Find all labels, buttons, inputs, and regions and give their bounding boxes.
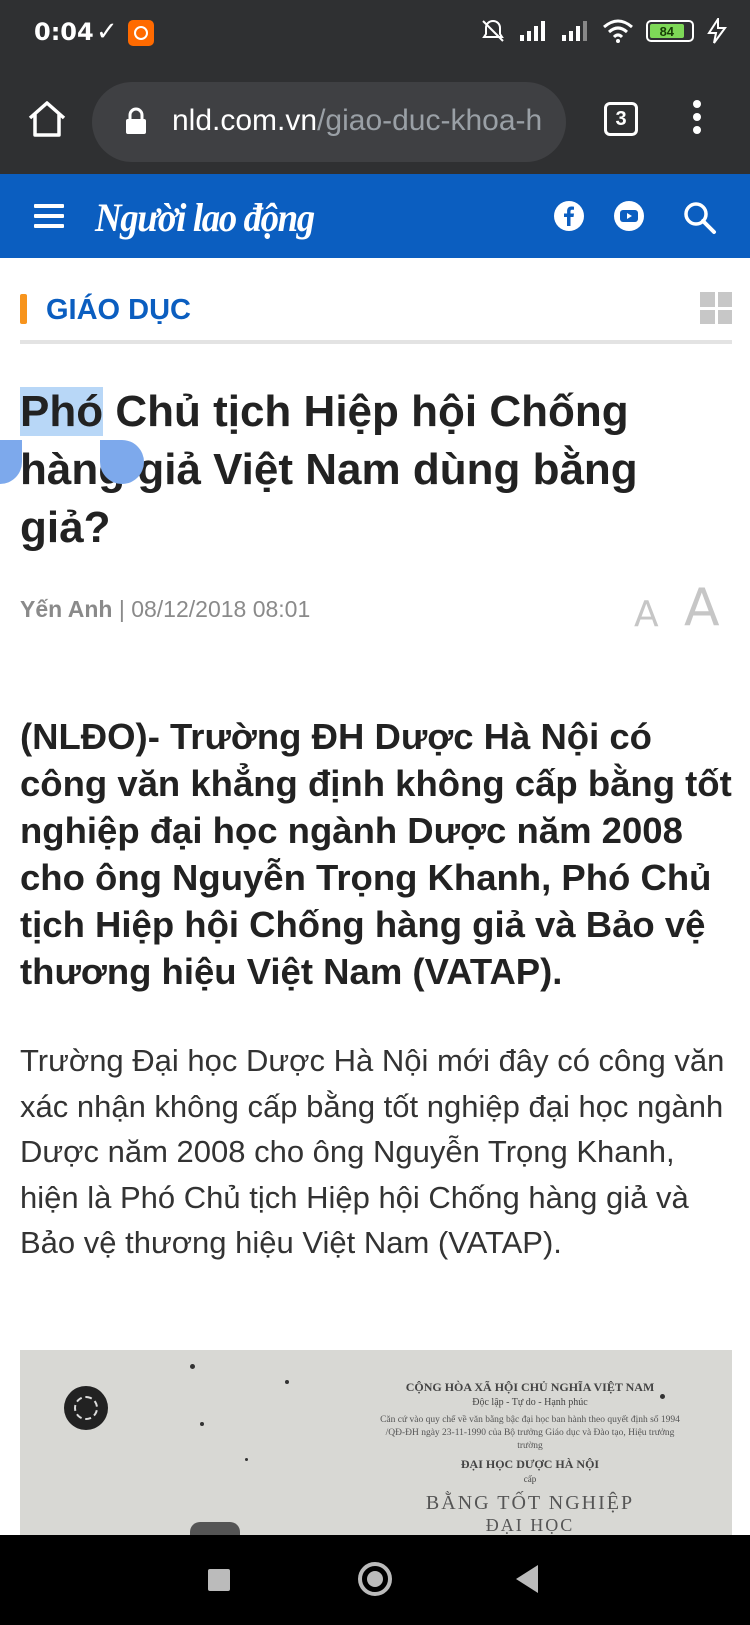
mute-bell-icon [482, 19, 504, 42]
speck [190, 1364, 195, 1369]
hamburger-menu-icon[interactable] [34, 204, 64, 234]
article-image[interactable]: CỘNG HÒA XÃ HỘI CHỦ NGHĨA VIỆT NAM Độc l… [20, 1350, 732, 1535]
publish-datetime: 08/12/2018 08:01 [131, 596, 311, 622]
home-button-icon[interactable] [358, 1562, 392, 1596]
app-notification-icon [128, 20, 154, 46]
grid-view-icon[interactable] [700, 292, 732, 324]
section-label[interactable]: GIÁO DỤC [46, 294, 191, 327]
diploma-text: CỘNG HÒA XÃ HỘI CHỦ NGHĨA VIỆT NAM Độc l… [380, 1380, 680, 1535]
status-time: 0:04 [34, 18, 94, 46]
doc-motto: Độc lập - Tự do - Hạnh phúc [472, 1397, 588, 1408]
section-accent-bar [20, 294, 27, 324]
doc-header: CỘNG HÒA XÃ HỘI CHỦ NGHĨA VIỆT NAM [405, 1380, 655, 1394]
download-check-icon: ✓ [96, 16, 118, 46]
search-icon[interactable] [682, 200, 718, 236]
speck [245, 1458, 248, 1461]
selection-handle-left[interactable] [0, 440, 22, 484]
charging-icon [707, 18, 727, 44]
doc-cap: cấp [523, 1474, 537, 1484]
site-header: Người lao động [0, 174, 750, 258]
doc-degree: BẰNG TỐT NGHIỆP [425, 1492, 635, 1514]
lock-icon [126, 107, 146, 134]
recent-apps-icon[interactable] [208, 1569, 230, 1591]
site-logo[interactable]: Người lao động [95, 194, 315, 241]
doc-university: ĐẠI HỌC DƯỢC HÀ NỘI [460, 1457, 600, 1471]
home-icon[interactable] [26, 98, 68, 140]
url-path: /giao-duc-khoa-h [317, 104, 543, 137]
address-bar[interactable]: nld.com.vn/giao-duc-khoa-h [92, 82, 566, 162]
facebook-icon[interactable] [553, 200, 585, 232]
selected-text[interactable]: Phó [20, 387, 104, 436]
meta-separator: | [112, 596, 132, 622]
browser-toolbar: nld.com.vn/giao-duc-khoa-h 3 [0, 70, 750, 174]
battery-icon: 84 [646, 20, 694, 42]
battery-level: 84 [650, 24, 684, 39]
signal-icon-1 [520, 21, 545, 41]
font-increase-button[interactable]: A [684, 578, 720, 638]
national-emblem-icon [64, 1386, 108, 1430]
article-lead: (NLĐO)- Trường ĐH Dược Hà Nội có công vă… [20, 716, 732, 992]
system-nav-bar [0, 1535, 750, 1625]
font-decrease-button[interactable]: A [634, 594, 659, 635]
doc-preamble: Căn cứ vào quy chế về văn bằng bậc đại h… [380, 1415, 680, 1451]
url-domain: nld.com.vn [172, 104, 318, 137]
speck [285, 1380, 289, 1384]
signal-icon-2 [562, 21, 587, 41]
doc-degree-level: ĐẠI HỌC [485, 1515, 575, 1535]
url-text: nld.com.vn/giao-duc-khoa-h [172, 104, 542, 138]
wifi-icon [603, 19, 633, 43]
author-name: Yến Anh [20, 596, 113, 622]
browser-menu-icon[interactable] [690, 100, 704, 140]
article-body-paragraph: Trường Đại học Dược Hà Nội mới đây có cô… [20, 1043, 725, 1261]
youtube-icon[interactable] [612, 200, 646, 232]
article-meta: Yến Anh | 08/12/2018 08:01 [20, 596, 310, 623]
status-bar: 0:04 ✓ 84 [0, 0, 750, 70]
back-icon[interactable] [516, 1565, 538, 1593]
photo-smudge [190, 1522, 240, 1535]
section-heading: GIÁO DỤC [20, 292, 732, 344]
speck [200, 1422, 204, 1426]
tab-switcher-button[interactable]: 3 [604, 102, 638, 136]
selection-handle-right[interactable] [100, 440, 144, 484]
